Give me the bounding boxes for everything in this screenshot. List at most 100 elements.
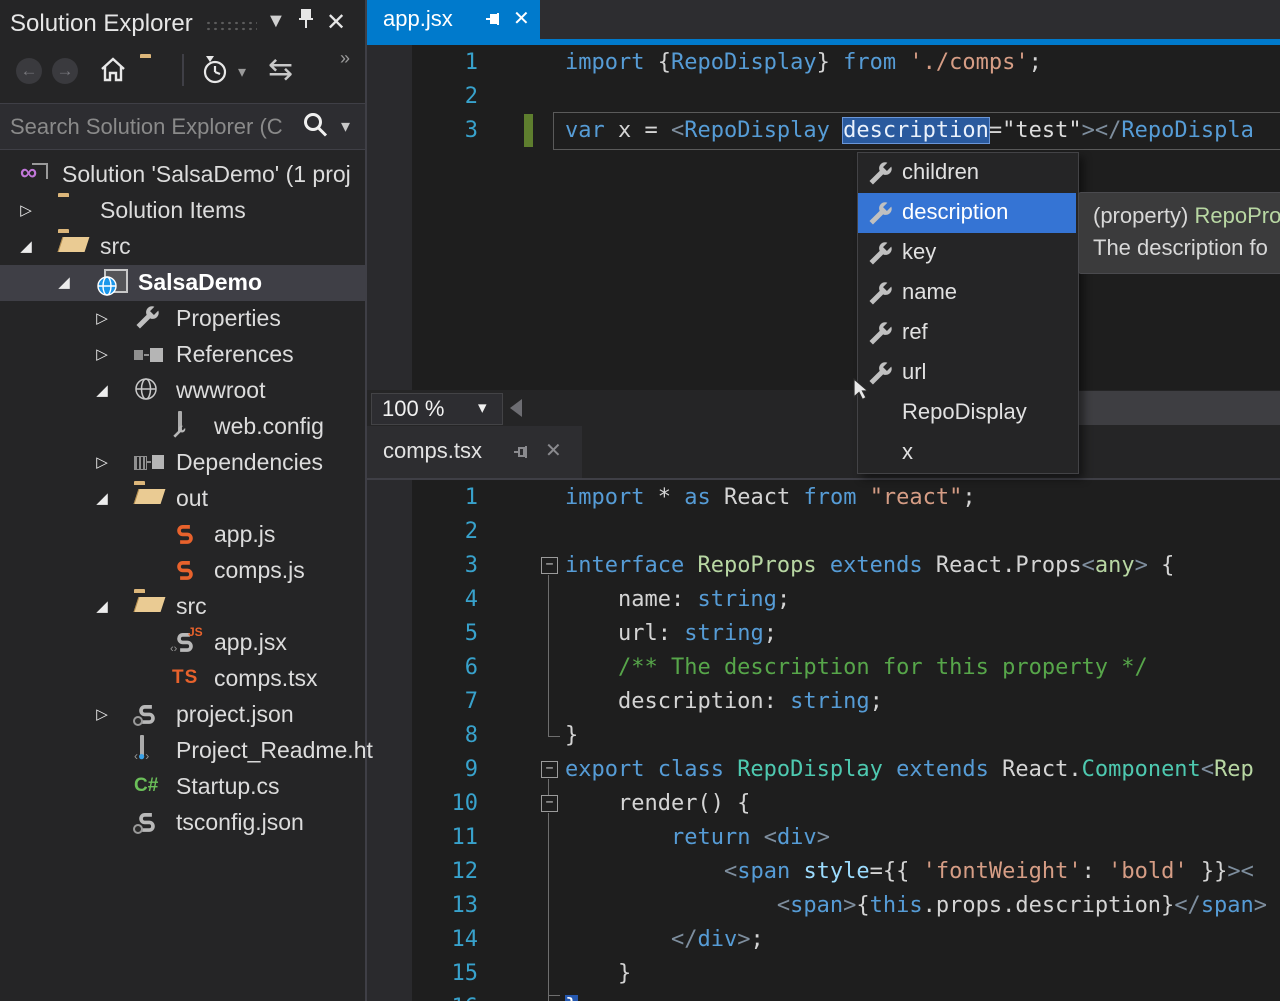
mouse-cursor-icon: [853, 378, 875, 402]
search-magnifier-icon[interactable]: [300, 110, 330, 140]
sync-icon[interactable]: ⇆: [268, 52, 293, 87]
hscroll-left-arrow-icon[interactable]: [510, 399, 522, 417]
code-token: >: [1254, 893, 1267, 918]
code-text: /** The description for this property */: [565, 651, 1148, 685]
search-box[interactable]: Search Solution Explorer (C ▾: [0, 103, 365, 150]
tooltip-signature-prefix: (property): [1093, 203, 1194, 228]
tree-item-comps-tsx[interactable]: TScomps.tsx: [0, 661, 365, 697]
code-token: div: [697, 927, 737, 952]
zoom-select[interactable]: 100 % ▾: [371, 393, 503, 425]
tree-item-label: Project_Readme.ht: [176, 737, 373, 764]
tree-item-comps-js[interactable]: comps.js: [0, 553, 365, 589]
expander-expanded-icon[interactable]: ◢: [52, 271, 76, 295]
tree-item-label: tsconfig.json: [176, 809, 304, 836]
expander-expanded-icon[interactable]: ◢: [90, 487, 114, 511]
code-token: Component: [1082, 757, 1201, 782]
tree-item-label: Solution Items: [100, 197, 246, 224]
fold-collapse-icon[interactable]: −: [541, 557, 558, 574]
pending-changes-filter-icon[interactable]: [198, 54, 232, 86]
overflow-chevrons-icon[interactable]: »: [340, 48, 350, 69]
code-token: }: [565, 961, 631, 986]
editor-area: app.jsx ✕ 1import {RepoDisplay} from './…: [367, 0, 1280, 1001]
chevron-down-icon[interactable]: ▾: [238, 62, 246, 82]
code-line-3: 3var x = <RepoDisplay description="test"…: [367, 114, 1280, 148]
code-token: RepoDisplay: [671, 50, 817, 75]
tree-item-wwwroot[interactable]: ◢wwwroot: [0, 373, 365, 409]
back-icon[interactable]: ←: [16, 58, 42, 84]
expander-collapsed-icon[interactable]: ▷: [90, 343, 114, 367]
chevron-down-icon[interactable]: ▾: [341, 116, 350, 137]
tab-app-jsx-label: app.jsx: [383, 6, 453, 32]
code-text: render() {: [565, 787, 750, 821]
tree-item-salsademo[interactable]: ◢ SalsaDemo: [0, 265, 365, 301]
completion-item-url[interactable]: url: [858, 353, 1076, 393]
tree-item-src[interactable]: ◢src: [0, 229, 365, 265]
line-number: 2: [412, 515, 478, 549]
expander-expanded-icon[interactable]: ◢: [14, 235, 38, 259]
tree-item-project-readme-ht[interactable]: ‹●›Project_Readme.ht: [0, 733, 365, 769]
tree-item-startup-cs[interactable]: C# Startup.cs: [0, 769, 365, 805]
completion-item-ref[interactable]: ref: [858, 313, 1076, 353]
wrench-icon: [867, 161, 893, 187]
tree-item-label: project.json: [176, 701, 294, 728]
tree-item-label: SalsaDemo: [138, 269, 262, 296]
code-token: /** The description for this property */: [565, 655, 1148, 680]
close-icon[interactable]: ✕: [545, 438, 562, 463]
completion-item-x[interactable]: x: [858, 433, 1076, 473]
tree-item-out[interactable]: ◢out: [0, 481, 365, 517]
code-text: }: [565, 991, 578, 1001]
close-icon[interactable]: ✕: [326, 8, 346, 37]
expander-expanded-icon[interactable]: ◢: [90, 379, 114, 403]
tree-item-solution-items[interactable]: ▷ Solution Items: [0, 193, 365, 229]
pin-icon[interactable]: [485, 11, 501, 27]
line-number: 11: [412, 821, 478, 855]
code-token: *: [658, 485, 685, 510]
expander-expanded-icon[interactable]: ◢: [90, 595, 114, 619]
vs-window: app.jsx ✕ 1import {RepoDisplay} from './…: [0, 0, 1280, 1001]
expander-collapsed-icon[interactable]: ▷: [90, 307, 114, 331]
code-token: ;: [962, 485, 975, 510]
chevron-down-icon[interactable]: ▼: [266, 10, 286, 33]
panel-titlebar[interactable]: Solution Explorer ▼ ✕: [0, 0, 365, 48]
completion-item-children[interactable]: children: [858, 153, 1076, 193]
completion-item-description[interactable]: description: [858, 193, 1076, 233]
pin-icon[interactable]: [513, 444, 529, 460]
tree-item-web-config[interactable]: web.config: [0, 409, 365, 445]
code-text: <span style={{ 'fontWeight': 'bold' }}><: [565, 855, 1254, 889]
tree-item-label: Startup.cs: [176, 773, 280, 800]
tab-app-jsx[interactable]: app.jsx ✕: [367, 0, 540, 39]
json-file-icon: [134, 809, 164, 837]
tree-item-tsconfig-json[interactable]: tsconfig.json: [0, 805, 365, 841]
code-line-2: 2: [367, 80, 1280, 114]
panel-toolbar: ← → ▾ ⇆ »: [0, 48, 365, 100]
tree-item-project-json[interactable]: ▷ project.json: [0, 697, 365, 733]
completion-item-name[interactable]: name: [858, 273, 1076, 313]
tree-item-app-js[interactable]: app.js: [0, 517, 365, 553]
folder-open-icon: [58, 233, 88, 261]
code-token: style: [803, 859, 869, 884]
home-icon[interactable]: [98, 54, 128, 84]
fold-collapse-icon[interactable]: −: [541, 761, 558, 778]
completion-item-repodisplay[interactable]: RepoDisplay: [858, 393, 1076, 433]
search-input[interactable]: Search Solution Explorer (C: [10, 114, 283, 140]
editor-comps-tsx[interactable]: 1import * as React from "react";23−inter…: [367, 480, 1280, 1001]
completion-item-key[interactable]: key: [858, 233, 1076, 273]
pin-icon[interactable]: [296, 8, 316, 30]
tree-item-references[interactable]: ▷References: [0, 337, 365, 373]
fold-collapse-icon[interactable]: −: [541, 795, 558, 812]
close-icon[interactable]: ✕: [513, 6, 530, 31]
tree-item-src[interactable]: ◢src: [0, 589, 365, 625]
tree-item-dependencies[interactable]: ▷Dependencies: [0, 445, 365, 481]
code-text: <span>{this.props.description}</span>: [565, 889, 1267, 923]
code-token: ;: [1029, 50, 1042, 75]
expander-collapsed-icon[interactable]: ▷: [90, 703, 114, 727]
tree-item-properties[interactable]: ▷Properties: [0, 301, 365, 337]
expander-collapsed-icon[interactable]: ▷: [14, 199, 38, 223]
tree-item-solution-salsademo-1-proj[interactable]: ∞Solution 'SalsaDemo' (1 proj: [0, 157, 365, 193]
tab-comps-tsx[interactable]: comps.tsx ✕: [367, 426, 582, 478]
expander-collapsed-icon[interactable]: ▷: [90, 451, 114, 475]
tree-item-app-jsx[interactable]: JS‹›app.jsx: [0, 625, 365, 661]
cs-file-icon: C#: [134, 773, 164, 801]
code-token: string: [684, 621, 763, 646]
forward-icon[interactable]: →: [52, 58, 78, 84]
